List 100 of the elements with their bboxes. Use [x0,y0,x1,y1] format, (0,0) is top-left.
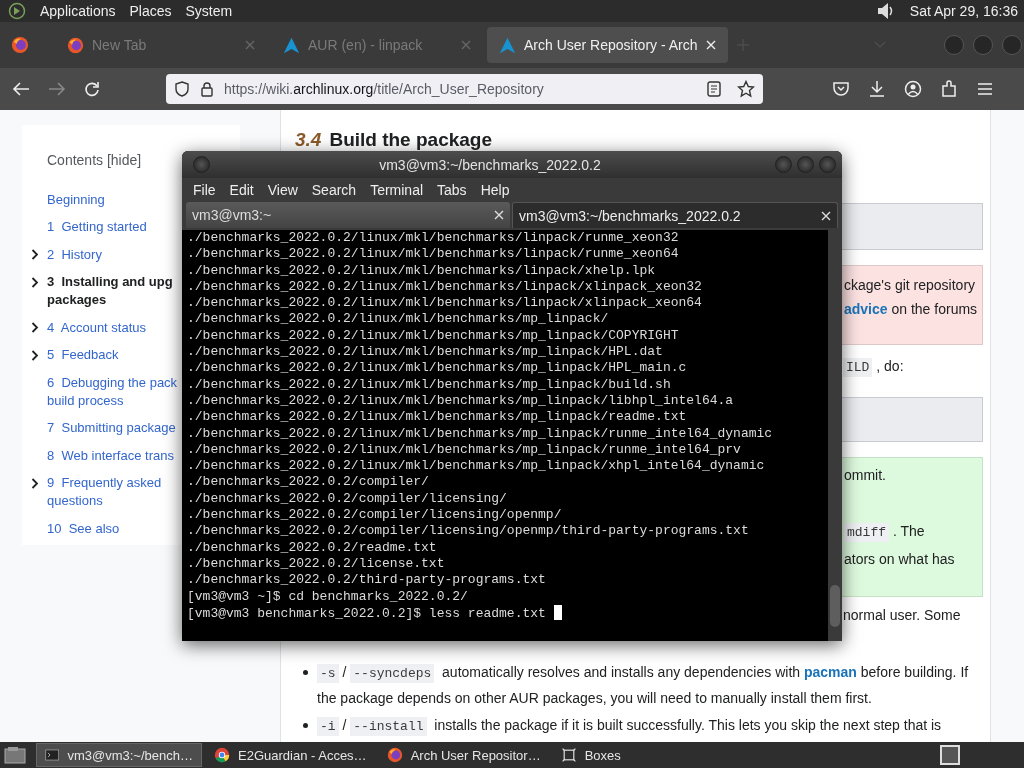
pocket-icon[interactable] [832,80,850,98]
terminal-icon [45,747,60,763]
firefox-icon [386,747,403,763]
toc-link[interactable]: 2 History [47,245,102,264]
chevron-icon[interactable] [31,477,39,489]
panel-menu[interactable]: Applications [40,3,116,19]
terminal-line: ./benchmarks_2022.0.2/compiler/ [187,474,429,490]
option-code: --install [350,717,427,736]
code-text: ILD [843,358,873,377]
logo-icon[interactable] [8,2,26,20]
reader-icon[interactable] [707,81,721,97]
link[interactable]: pacman [803,664,857,680]
section-number: 3.4 [295,130,322,150]
toc-link[interactable]: 5 Feedback [47,346,119,365]
terminal-line: ./benchmarks_2022.0.2/linux/mkl/benchmarks/mp_linpack/HPL.dat [187,344,663,360]
terminal-line: ./benchmarks_2022.0.2/linux/mkl/benchmarks/linpack/runme_xeon64 [187,246,679,262]
text-fragment: mdiff . The [844,521,982,543]
star-icon[interactable] [737,80,755,98]
toc-link[interactable]: Beginning [47,190,105,209]
terminal-line: ./benchmarks_2022.0.2/linux/mkl/benchmarks/linpack/xlinpack_xeon32 [187,278,702,294]
account-icon[interactable] [904,80,922,98]
code-text: mdiff [844,523,889,542]
terminal-line: ./benchmarks_2022.0.2/compiler/licensing/ [187,490,507,506]
url-field[interactable]: https://wiki.archlinux.org/title/Arch_User_Repository [166,74,763,104]
toc-link[interactable]: 8 Web interface trans [47,446,174,465]
boxes-icon [560,747,577,763]
lock-icon[interactable] [200,81,214,97]
toc-link[interactable]: 4 Account status [47,318,147,337]
back-icon[interactable] [12,81,30,97]
toc-link[interactable]: 6 Debugging the pack build process [47,373,178,410]
terminal-line: ./benchmarks_2022.0.2/linux/mkl/benchmarks/mp_linpack/ [187,311,609,327]
terminal-line: [vm3@vm3 benchmarks_2022.0.2]$ less readme.txt [187,605,546,621]
menu-item[interactable]: Tabs [430,182,474,198]
taskbar-item[interactable]: Arch User Repositor… [378,743,549,767]
text-fragment: advice on the forums [844,300,979,319]
chevron-icon[interactable] [31,322,39,333]
terminal-tab[interactable]: vm3@vm3:~/benchmarks_2022.0.2 [512,202,838,228]
download-icon[interactable] [868,80,886,98]
option-code: -s [317,664,339,683]
scrollbar[interactable] [828,230,842,641]
text-fragment: ILD , do: [843,356,983,378]
option-code: --syncdeps [350,664,435,683]
triangle-icon [499,36,516,54]
bullet-icon [303,670,308,675]
forward-icon[interactable] [48,81,66,97]
menu-item[interactable]: Help [473,182,517,198]
show-desktop-icon[interactable] [4,745,26,765]
terminal-tab[interactable]: vm3@vm3:~ [186,202,510,228]
toc-link[interactable]: 3 Installing and upg packages [47,273,173,310]
hide-link[interactable]: [hide] [106,152,142,168]
terminal-line: ./benchmarks_2022.0.2/linux/mkl/benchmarks/mp_linpack/COPYRIGHT [187,327,679,343]
menu-item[interactable]: View [260,182,305,198]
shield-icon[interactable] [174,81,190,97]
menu-item[interactable]: Terminal [363,182,431,198]
terminal-line: ./benchmarks_2022.0.2/linux/mkl/benchmarks/mp_linpack/build.sh [187,376,671,392]
text-fragment: normal user. Some [843,606,962,625]
text-fragment: ators on what has [844,550,956,569]
option-code: -i [317,717,339,736]
chevron-icon[interactable] [31,349,39,361]
toc-link[interactable]: 1 Getting started [47,218,147,237]
text-fragment: ckage's git repository [844,276,977,295]
chevron-icon[interactable] [31,276,39,288]
toc-link[interactable]: 9 Frequently asked questions [47,474,162,511]
taskbar-item[interactable]: vm3@vm3:~/bench… [36,743,202,767]
bullet-text: -i / --install installs the package if it is built successfully. This lets you skip the next step that is [317,717,942,733]
toc-link[interactable]: 7 Submitting package [47,419,176,438]
workspace-icon[interactable] [940,745,960,765]
menu-icon[interactable] [976,80,994,98]
menu-item[interactable]: Search [304,182,364,198]
url-text: https://wiki.archlinux.org/title/Arch_User_Repository [224,81,545,97]
terminal-line: ./benchmarks_2022.0.2/license.txt [187,555,445,571]
terminal-line: ./benchmarks_2022.0.2/compiler/licensing/openmp/ [187,507,562,523]
text-fragment: ommit. [844,466,887,485]
menu-item[interactable]: Edit [222,182,261,198]
terminal-line: ./benchmarks_2022.0.2/linux/mkl/benchmarks/mp_linpack/runme_intel64_dynamic [187,425,773,441]
firefox-icon [11,36,29,54]
menu-item[interactable]: File [186,182,223,198]
panel-menu[interactable]: System [185,3,233,19]
browser-tab[interactable]: Arch User Repository - Arch [487,27,728,63]
window-title: vm3@vm3:~/benchmarks_2022.0.2 [378,156,602,173]
terminal-line: ./benchmarks_2022.0.2/linux/mkl/benchmarks/mp_linpack/xhpl_intel64_dynamic [187,458,765,474]
reload-icon[interactable] [84,81,100,97]
panel-menu[interactable]: Places [129,3,172,19]
link[interactable]: advice [844,301,888,317]
firefox-icon [67,36,84,54]
bullet-text: -s / --syncdeps automatically resolves and installs any dependencies with pacman before building. If the package depends on other AUR packages, you will need to manually install them first. [317,664,969,706]
terminal-line: ./benchmarks_2022.0.2/third-party-programs.txt [187,572,546,588]
chevron-icon[interactable] [31,249,39,260]
terminal-line: ./benchmarks_2022.0.2/compiler/licensing/openmp/third-party-programs.txt [187,523,749,539]
taskbar-item[interactable]: E2Guardian - Acces… [206,743,375,767]
triangle-icon [283,36,300,54]
terminal-line: ./benchmarks_2022.0.2/linux/mkl/benchmarks/linpack/xhelp.lpk [187,262,656,278]
clock[interactable]: Sat Apr 29, 16:36 [909,3,1018,19]
taskbar-item[interactable]: Boxes [552,743,629,767]
extensions-icon[interactable] [940,80,958,98]
terminal-line: ./benchmarks_2022.0.2/readme.txt [187,539,437,555]
terminal-line: ./benchmarks_2022.0.2/linux/mkl/benchmarks/linpack/runme_xeon32 [187,230,679,245]
bullet-icon [303,723,308,728]
terminal-line: ./benchmarks_2022.0.2/linux/mkl/benchmarks/mp_linpack/HPL_main.c [187,360,687,376]
toc-link[interactable]: 10 See also [47,519,120,538]
